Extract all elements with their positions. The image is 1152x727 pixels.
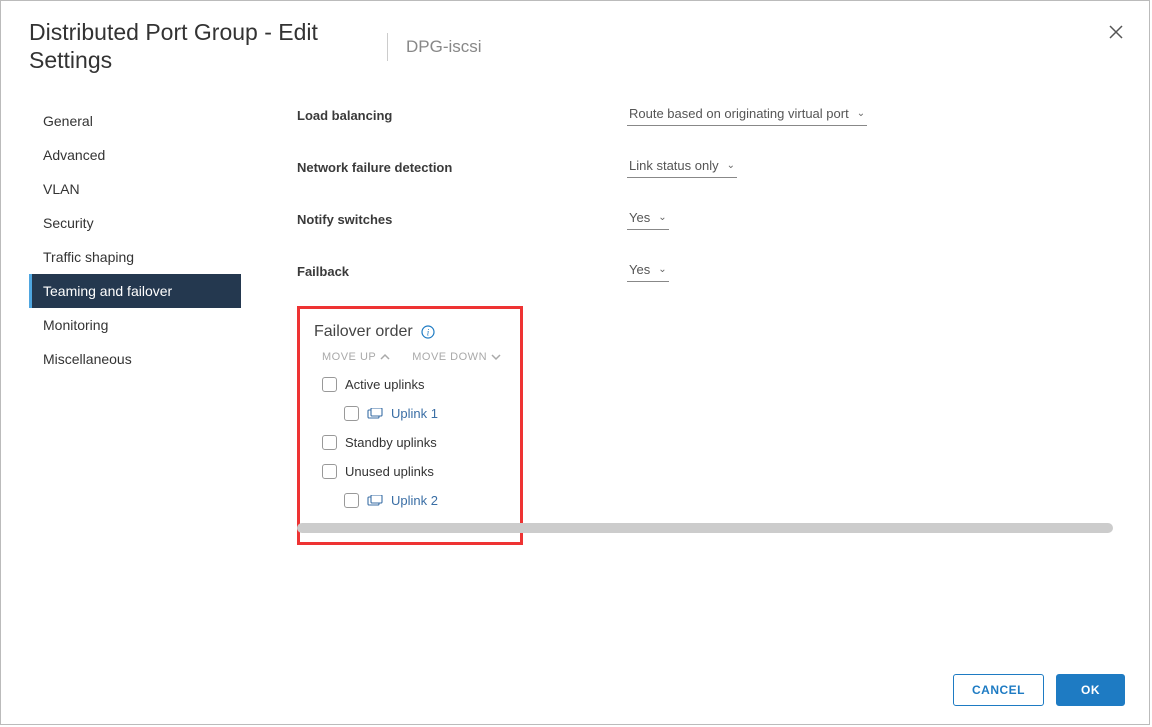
select-failback[interactable]: Yes ⌄ bbox=[627, 260, 669, 282]
sidebar-item-miscellaneous[interactable]: Miscellaneous bbox=[29, 342, 241, 376]
row-load-balancing: Load balancing Route based on originatin… bbox=[297, 104, 1113, 126]
close-button[interactable] bbox=[1107, 23, 1125, 44]
horizontal-scrollbar[interactable] bbox=[297, 523, 1113, 533]
chevron-down-icon: ⌄ bbox=[658, 212, 666, 223]
sidebar-item-security[interactable]: Security bbox=[29, 206, 241, 240]
sidebar-item-vlan[interactable]: VLAN bbox=[29, 172, 241, 206]
label-load-balancing: Load balancing bbox=[297, 108, 627, 123]
row-network-failure: Network failure detection Link status on… bbox=[297, 156, 1113, 178]
uplink-1-label: Uplink 1 bbox=[391, 406, 438, 421]
sidebar-item-traffic-shaping[interactable]: Traffic shaping bbox=[29, 240, 241, 274]
checkbox-uplink-1[interactable] bbox=[344, 406, 359, 421]
unused-uplinks-group[interactable]: Unused uplinks bbox=[322, 464, 506, 479]
select-value: Yes bbox=[629, 262, 650, 277]
unused-uplinks-label: Unused uplinks bbox=[345, 464, 434, 479]
scrollbar-track[interactable] bbox=[297, 521, 1113, 531]
content-pane: Load balancing Route based on originatin… bbox=[241, 104, 1149, 656]
dialog-subtitle: DPG-iscsi bbox=[406, 37, 482, 57]
uplink-item[interactable]: Uplink 2 bbox=[344, 493, 506, 508]
chevron-down-icon: ⌄ bbox=[857, 108, 865, 119]
sidebar: General Advanced VLAN Security Traffic s… bbox=[1, 104, 241, 656]
checkbox-unused-uplinks[interactable] bbox=[322, 464, 337, 479]
select-value: Link status only bbox=[629, 158, 719, 173]
cancel-button[interactable]: CANCEL bbox=[953, 674, 1044, 706]
label-notify-switches: Notify switches bbox=[297, 212, 627, 227]
chevron-down-icon bbox=[491, 352, 501, 362]
row-notify-switches: Notify switches Yes ⌄ bbox=[297, 208, 1113, 230]
ok-button[interactable]: OK bbox=[1056, 674, 1125, 706]
chevron-down-icon: ⌄ bbox=[658, 264, 666, 275]
dialog-footer: CANCEL OK bbox=[1, 656, 1149, 724]
sidebar-item-monitoring[interactable]: Monitoring bbox=[29, 308, 241, 342]
info-icon[interactable]: i bbox=[421, 325, 435, 339]
uplink-icon bbox=[367, 408, 383, 420]
select-load-balancing[interactable]: Route based on originating virtual port … bbox=[627, 104, 867, 126]
move-down-button[interactable]: MOVE DOWN bbox=[412, 351, 501, 363]
standby-uplinks-group[interactable]: Standby uplinks bbox=[322, 435, 506, 450]
chevron-up-icon bbox=[380, 352, 390, 362]
move-down-label: MOVE DOWN bbox=[412, 351, 487, 363]
move-up-button[interactable]: MOVE UP bbox=[322, 351, 390, 363]
move-controls: MOVE UP MOVE DOWN bbox=[322, 351, 506, 363]
uplink-item[interactable]: Uplink 1 bbox=[344, 406, 506, 421]
row-failback: Failback Yes ⌄ bbox=[297, 260, 1113, 282]
checkbox-uplink-2[interactable] bbox=[344, 493, 359, 508]
select-value: Yes bbox=[629, 210, 650, 225]
chevron-down-icon: ⌄ bbox=[727, 160, 735, 171]
move-up-label: MOVE UP bbox=[322, 351, 376, 363]
select-notify-switches[interactable]: Yes ⌄ bbox=[627, 208, 669, 230]
divider bbox=[387, 33, 388, 61]
sidebar-item-general[interactable]: General bbox=[29, 104, 241, 138]
failover-order-section: Failover order i MOVE UP MOVE DOWN bbox=[297, 306, 523, 545]
dialog-title: Distributed Port Group - Edit Settings bbox=[29, 19, 369, 74]
close-icon bbox=[1107, 23, 1125, 41]
standby-uplinks-label: Standby uplinks bbox=[345, 435, 437, 450]
uplink-icon bbox=[367, 495, 383, 507]
label-failback: Failback bbox=[297, 264, 627, 279]
sidebar-item-advanced[interactable]: Advanced bbox=[29, 138, 241, 172]
active-uplinks-group[interactable]: Active uplinks bbox=[322, 377, 506, 392]
checkbox-active-uplinks[interactable] bbox=[322, 377, 337, 392]
checkbox-standby-uplinks[interactable] bbox=[322, 435, 337, 450]
edit-settings-dialog: Distributed Port Group - Edit Settings D… bbox=[0, 0, 1150, 725]
failover-order-title: Failover order i bbox=[314, 323, 506, 341]
dialog-body: General Advanced VLAN Security Traffic s… bbox=[1, 84, 1149, 656]
failover-title-text: Failover order bbox=[314, 323, 413, 341]
sidebar-item-teaming-failover[interactable]: Teaming and failover bbox=[29, 274, 241, 308]
select-value: Route based on originating virtual port bbox=[629, 106, 849, 121]
dialog-header: Distributed Port Group - Edit Settings D… bbox=[1, 1, 1149, 84]
uplink-2-label: Uplink 2 bbox=[391, 493, 438, 508]
select-network-failure[interactable]: Link status only ⌄ bbox=[627, 156, 737, 178]
active-uplinks-label: Active uplinks bbox=[345, 377, 424, 392]
svg-text:i: i bbox=[426, 328, 429, 338]
label-network-failure: Network failure detection bbox=[297, 160, 627, 175]
